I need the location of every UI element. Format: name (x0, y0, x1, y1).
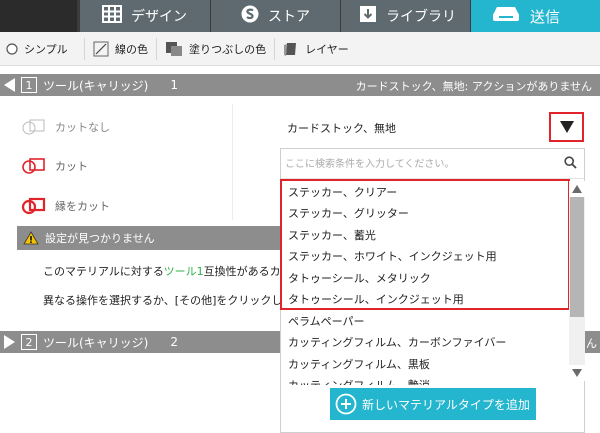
warning-text: このマテリアルに対する (43, 265, 164, 278)
cutter-icon (491, 4, 521, 28)
list-item[interactable]: ステッカー、グリッター (281, 203, 570, 225)
section-status: カードストック、無地: アクションがありません (355, 80, 592, 93)
line-color-icon (93, 41, 109, 57)
tab-library[interactable]: ライブラリ (340, 0, 470, 32)
scroll-up-icon (572, 185, 582, 193)
scroll-up-button[interactable] (569, 181, 585, 197)
warning-line-1: このマテリアルに対するツール1互換性があるカット (43, 263, 297, 279)
list-item[interactable]: タトゥーシール、メタリック (281, 267, 570, 289)
layer-option[interactable]: レイヤー (275, 32, 357, 66)
edge-cut-option[interactable]: 縁をカット (21, 193, 110, 219)
grid-icon (102, 5, 122, 27)
scroll-down-button[interactable] (569, 365, 585, 381)
download-icon (359, 5, 377, 27)
add-material-button[interactable]: 新しいマテリアルタイプを追加 (330, 388, 536, 420)
section-title: ツール(キャリッジ) (43, 335, 149, 350)
fill-color-icon (165, 41, 183, 57)
section-title: ツール(キャリッジ) (43, 78, 149, 93)
tab-send-label: 送信 (530, 7, 561, 26)
section-status-peek: ん (586, 337, 597, 350)
tab-design[interactable]: デザイン (80, 0, 210, 32)
fill-color-label: 塗りつぶしの色 (189, 42, 267, 56)
section-number: 2 (21, 334, 37, 350)
material-selected-value: カードストック、無地 (287, 122, 397, 135)
expand-arrow-icon[interactable] (4, 335, 15, 349)
dropdown-arrow-icon (559, 121, 574, 133)
simple-mode-label: シンプル (24, 42, 68, 56)
no-cut-label: カットなし (55, 121, 110, 134)
material-list-scrollbar[interactable] (569, 181, 585, 381)
material-search-input[interactable] (285, 153, 555, 175)
tab-library-label: ライブラリ (386, 9, 456, 25)
scroll-thumb[interactable] (570, 197, 584, 317)
fill-color-option[interactable]: 塗りつぶしの色 (157, 32, 274, 66)
scroll-down-icon (572, 369, 582, 377)
cut-label: カット (55, 160, 88, 173)
send-toolbar: シンプル 線の色 塗りつぶしの色 レイヤー (0, 32, 600, 66)
add-material-label: 新しいマテリアルタイプを追加 (362, 397, 530, 412)
material-dropdown-button[interactable] (549, 112, 584, 142)
tool-link[interactable]: ツール1 (164, 265, 204, 278)
layer-label: レイヤー (305, 42, 349, 56)
edge-cut-icon (21, 196, 47, 216)
radio-icon[interactable] (6, 42, 18, 55)
section-number: 1 (21, 77, 37, 93)
warning-line-2: 異なる操作を選択するか、[その他]をクリックして (43, 294, 294, 307)
list-item[interactable]: カッティングフィルム、艶消 (281, 375, 570, 385)
tool-section-1-header[interactable]: 1 ツール(キャリッジ) 1 カードストック、無地: アクションがありません (0, 74, 600, 96)
warning-title: 設定が見つかりません (45, 232, 155, 245)
cut-action-panel: カットなし カット 縁をカット (15, 104, 233, 220)
section-count: 2 (170, 335, 179, 349)
list-item[interactable]: カッティングフィルム、黒板 (281, 353, 570, 375)
no-cut-option[interactable]: カットなし (21, 114, 110, 140)
tab-send[interactable]: 送信 (470, 0, 600, 32)
top-navigation: デザイン ストア ライブラリ 送信 (0, 0, 600, 32)
cut-icon (21, 156, 47, 176)
list-item[interactable]: ステッカー、ホワイト、インクジェット用 (281, 246, 570, 268)
warning-header: 設定が見つかりません (17, 226, 297, 250)
warning-body: このマテリアルに対するツール1互換性があるカット 異なる操作を選択するか、[その… (17, 250, 297, 320)
no-cut-icon (21, 117, 47, 137)
material-search (281, 149, 584, 179)
nav-spacer (0, 0, 77, 32)
tab-design-label: デザイン (131, 9, 187, 25)
silhouette-s-icon (241, 5, 259, 27)
warning-icon (23, 231, 39, 245)
list-item[interactable]: ステッカー、蓄光 (281, 224, 570, 246)
list-item[interactable]: ペラムペーパー (281, 310, 570, 332)
section-count: 1 (170, 78, 179, 92)
cut-option[interactable]: カット (21, 153, 88, 179)
layer-icon (283, 41, 299, 57)
edge-cut-label: 縁をカット (55, 200, 110, 213)
line-color-label: 線の色 (115, 42, 148, 56)
line-color-option[interactable]: 線の色 (85, 32, 156, 66)
collapse-arrow-icon[interactable] (4, 78, 15, 92)
search-icon[interactable] (564, 156, 577, 169)
simple-mode-option[interactable]: シンプル (0, 32, 84, 66)
list-item[interactable]: タトゥーシール、インクジェット用 (281, 289, 570, 311)
material-select[interactable]: カードストック、無地 (281, 112, 584, 142)
plus-circle-icon (335, 393, 357, 415)
tab-store[interactable]: ストア (210, 0, 340, 32)
list-item[interactable]: ステッカー、クリアー (281, 181, 570, 203)
list-item[interactable]: カッティングフィルム、カーボンファイバー (281, 332, 570, 354)
tab-store-label: ストア (268, 9, 310, 25)
material-list: ステッカー、クリアー ステッカー、グリッター ステッカー、蓄光 ステッカー、ホワ… (281, 181, 570, 385)
